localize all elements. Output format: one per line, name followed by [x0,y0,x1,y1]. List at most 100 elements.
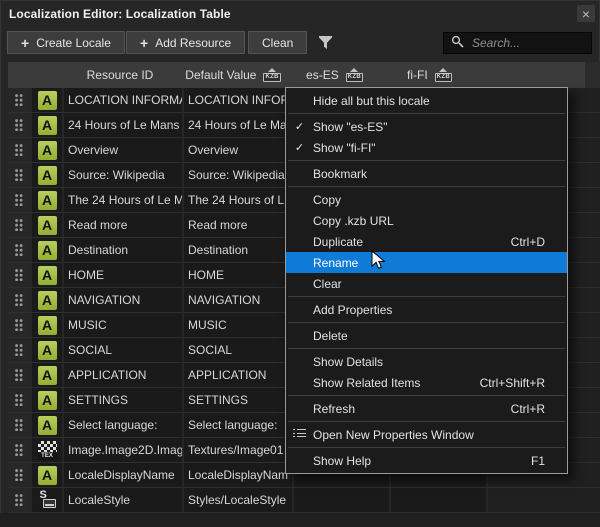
default-value-cell[interactable]: MUSIC [184,313,292,337]
default-value-cell[interactable]: NAVIGATION [184,288,292,312]
kzb-export-icon[interactable]: KZB [435,68,452,82]
text-resource-icon: A [38,116,57,135]
resource-id-cell[interactable]: Read more [64,213,182,237]
menu-item[interactable]: Open New Properties Window [286,424,567,445]
es-es-cell[interactable] [294,488,389,512]
kzb-export-icon[interactable]: KZB [346,68,363,82]
default-value-cell[interactable]: SOCIAL [184,338,292,362]
row-drag-handle[interactable] [8,238,30,262]
fi-fi-cell[interactable] [391,488,486,512]
resource-id-cell[interactable]: APPLICATION [64,363,182,387]
add-resource-button[interactable]: + Add Resource [126,31,245,54]
menu-separator [288,296,565,297]
menu-item[interactable]: Rename [286,252,567,273]
resource-id-cell[interactable]: HOME [64,263,182,287]
grip-dots-icon [15,119,23,131]
default-value-cell[interactable]: HOME [184,263,292,287]
default-value-cell[interactable]: Select language: [184,413,292,437]
resource-id-cell[interactable]: LocaleStyle [64,488,182,512]
row-drag-handle[interactable] [8,88,30,112]
menu-item-shortcut: Ctrl+Shift+R [480,376,545,390]
create-locale-button[interactable]: + Create Locale [7,31,125,54]
row-drag-handle[interactable] [8,438,30,462]
row-drag-handle[interactable] [8,463,30,487]
row-drag-handle[interactable] [8,288,30,312]
row-drag-handle[interactable] [8,388,30,412]
row-drag-handle[interactable] [8,263,30,287]
default-value-cell[interactable]: Textures/Image01 [184,438,292,462]
row-drag-handle[interactable] [8,138,30,162]
default-value-cell[interactable]: LOCATION INFOR [184,88,292,112]
row-drag-handle[interactable] [8,488,30,512]
column-header-resource-id[interactable]: Resource ID [62,62,178,88]
resource-id-cell[interactable]: MUSIC [64,313,182,337]
menu-item[interactable]: Bookmark [286,163,567,184]
resource-id-cell[interactable]: Image.Image2D.Imag [64,438,182,462]
menu-item[interactable]: Clear [286,273,567,294]
resource-id-cell[interactable]: Source: Wikipedia [64,163,182,187]
menu-item-label: Copy .kzb URL [313,214,533,228]
row-drag-handle[interactable] [8,338,30,362]
resource-id-cell[interactable]: NAVIGATION [64,288,182,312]
row-drag-handle[interactable] [8,113,30,137]
row-drag-handle[interactable] [8,163,30,187]
menu-item[interactable]: Refresh Ctrl+R [286,398,567,419]
menu-item[interactable]: Copy [286,189,567,210]
default-value-cell[interactable]: APPLICATION [184,363,292,387]
default-value-cell[interactable]: Destination [184,238,292,262]
row-filler [488,488,600,512]
resource-id-cell[interactable]: Overview [64,138,182,162]
text-resource-icon: A [38,216,57,235]
search-box[interactable] [443,32,592,54]
close-icon[interactable]: × [577,5,595,22]
table-header: Resource ID Default Value KZB es-ES KZB … [8,62,585,88]
resource-id-cell[interactable]: SOCIAL [64,338,182,362]
default-value-cell[interactable]: LocaleDisplayNam [184,463,292,487]
menu-separator [288,395,565,396]
header-corner [585,62,600,88]
default-value-cell[interactable]: Source: Wikipedia [184,163,292,187]
clean-button[interactable]: Clean [248,31,307,54]
filter-icon[interactable] [319,36,332,53]
menu-item[interactable]: Copy .kzb URL [286,210,567,231]
search-input[interactable] [470,35,584,51]
default-value-cell[interactable]: Read more [184,213,292,237]
resource-id-cell[interactable]: LOCATION INFORMAT [64,88,182,112]
grip-dots-icon [15,144,23,156]
row-drag-handle[interactable] [8,313,30,337]
menu-item[interactable]: ✓ Show "fi-FI" [286,137,567,158]
column-header-default-value[interactable]: Default Value KZB [180,62,286,88]
row-drag-handle[interactable] [8,363,30,387]
menu-item[interactable]: Show Related Items Ctrl+Shift+R [286,372,567,393]
default-value-cell[interactable]: SETTINGS [184,388,292,412]
default-value-cell[interactable]: 24 Hours of Le Ma [184,113,292,137]
column-header-es-es[interactable]: es-ES KZB [288,62,381,88]
resource-id-cell[interactable]: LocaleDisplayName [64,463,182,487]
kzb-export-icon[interactable]: KZB [263,68,280,82]
default-value-cell[interactable]: Styles/LocaleStyle [184,488,292,512]
column-label: es-ES [306,68,339,82]
menu-item-label: Show Help [313,454,519,468]
text-resource-icon: A [38,391,57,410]
resource-id-cell[interactable]: Destination [64,238,182,262]
plus-icon: + [21,36,29,50]
row-drag-handle[interactable] [8,213,30,237]
resource-id-cell[interactable]: Select language: [64,413,182,437]
menu-item[interactable]: Show Help F1 [286,450,567,471]
menu-item[interactable]: Duplicate Ctrl+D [286,231,567,252]
menu-item[interactable]: Hide all but this locale [286,90,567,111]
menu-item[interactable]: ✓ Show "es-ES" [286,116,567,137]
menu-item[interactable]: Delete [286,325,567,346]
column-header-fi-fi[interactable]: fi-FI KZB [383,62,476,88]
text-resource-icon: A [38,141,57,160]
default-value-cell[interactable]: The 24 Hours of L [184,188,292,212]
menu-item[interactable]: Add Properties [286,299,567,320]
row-drag-handle[interactable] [8,413,30,437]
default-value-cell[interactable]: Overview [184,138,292,162]
resource-id-cell[interactable]: SETTINGS [64,388,182,412]
row-drag-handle[interactable] [8,188,30,212]
menu-item-label: Hide all but this locale [313,94,533,108]
menu-item[interactable]: Show Details [286,351,567,372]
resource-id-cell[interactable]: The 24 Hours of Le M [64,188,182,212]
resource-id-cell[interactable]: 24 Hours of Le Mans [64,113,182,137]
